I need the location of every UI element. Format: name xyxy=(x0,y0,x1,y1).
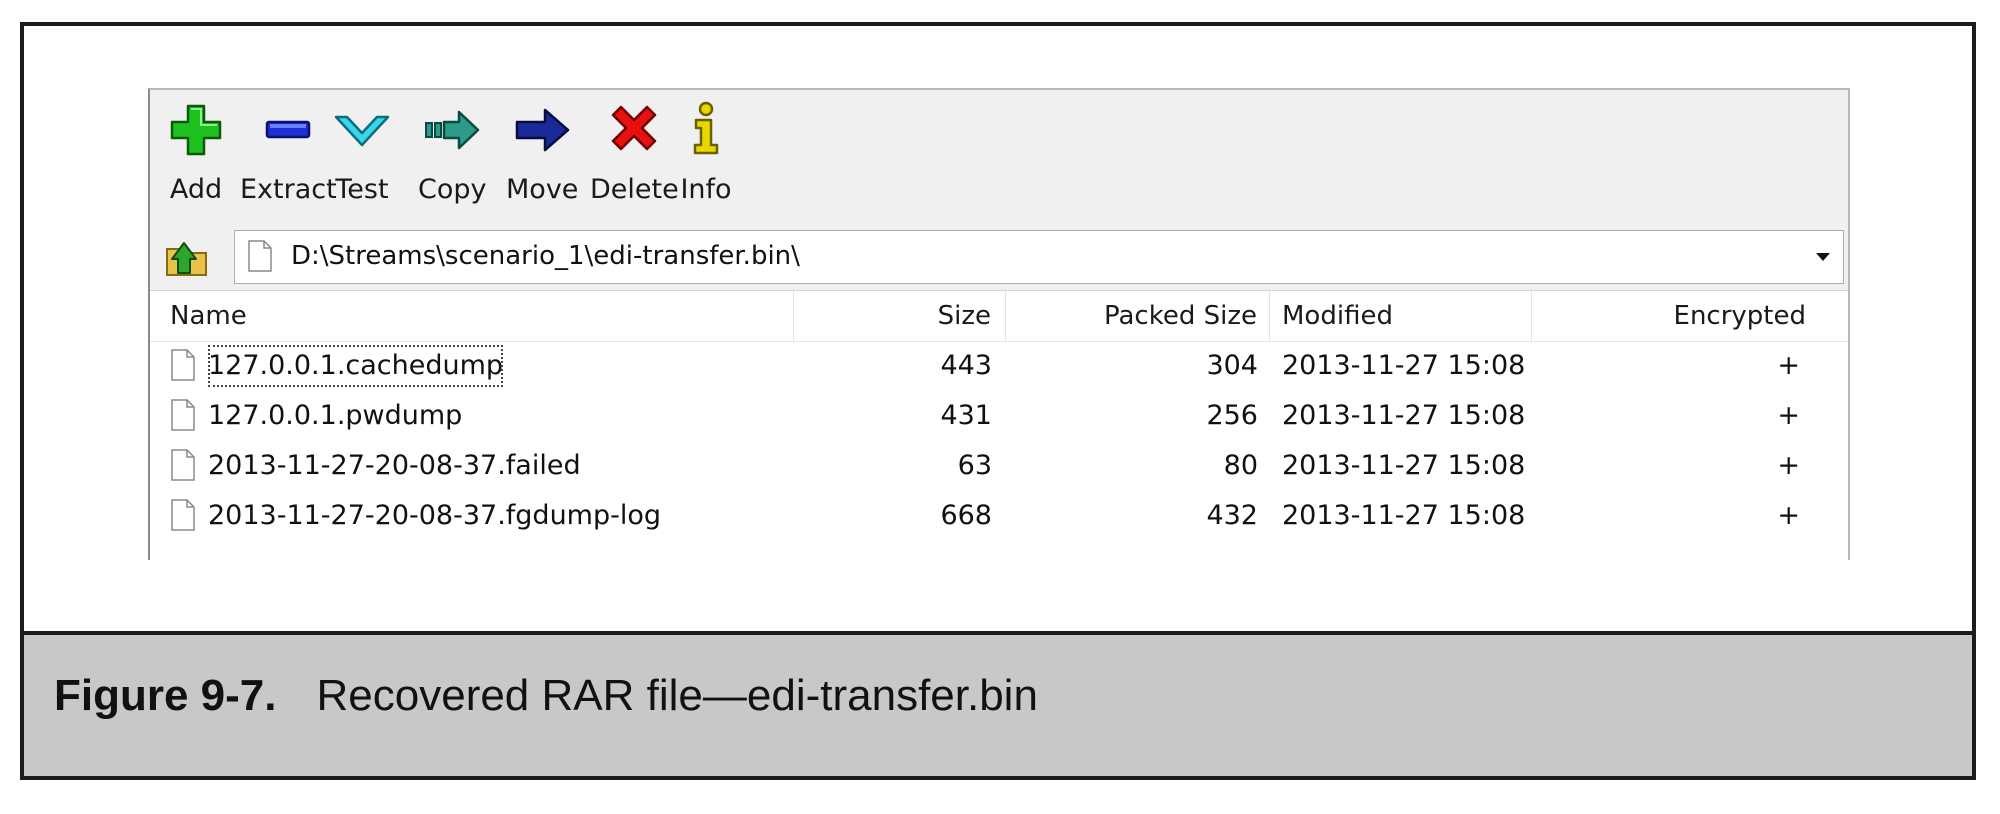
copy-button[interactable]: Copy xyxy=(418,98,487,218)
extract-label: Extract xyxy=(240,174,337,205)
packed-size-cell: 432 xyxy=(1206,500,1258,531)
extract-icon xyxy=(256,98,320,162)
path-field[interactable]: D:\Streams\scenario_1\edi-transfer.bin\ xyxy=(234,230,1844,284)
figure-body: Add Extract Test Copy Move Delete Info D… xyxy=(24,26,1972,635)
toolbar: Add Extract Test Copy Move Delete Info xyxy=(150,90,1848,224)
encrypted-cell: + xyxy=(1777,350,1800,381)
add-button[interactable]: Add xyxy=(164,98,228,218)
table-row[interactable]: 127.0.0.1.pwdump 431 256 2013-11-27 15:0… xyxy=(150,391,1848,441)
copy-label: Copy xyxy=(418,174,487,205)
column-header-name[interactable]: Name xyxy=(150,291,794,341)
packed-size-cell: 304 xyxy=(1206,350,1258,381)
info-label: Info xyxy=(680,174,732,205)
packed-size-cell: 80 xyxy=(1223,450,1258,481)
name-cell: 127.0.0.1.pwdump xyxy=(170,391,790,441)
address-bar: D:\Streams\scenario_1\edi-transfer.bin\ xyxy=(150,224,1848,290)
column-header-encrypted[interactable]: Encrypted xyxy=(1532,291,1826,341)
info-icon xyxy=(674,98,738,162)
caption-text: Recovered RAR file—edi-transfer.bin xyxy=(316,671,1038,720)
figure-caption: Figure 9-7. Recovered RAR file—edi-transf… xyxy=(54,671,1038,721)
file-name: 2013-11-27-20-08-37.failed xyxy=(208,450,581,481)
size-cell: 431 xyxy=(940,400,992,431)
list-header: Name Size Packed Size Modified Encrypted xyxy=(150,291,1848,342)
file-name: 127.0.0.1.cachedump xyxy=(204,341,507,391)
size-cell: 443 xyxy=(940,350,992,381)
file-name: 127.0.0.1.pwdump xyxy=(208,400,463,431)
table-row[interactable]: 2013-11-27-20-08-37.fgdump-log 668 432 2… xyxy=(150,491,1848,541)
modified-cell: 2013-11-27 15:08 xyxy=(1282,400,1526,431)
archive-window: Add Extract Test Copy Move Delete Info D… xyxy=(148,88,1850,560)
size-cell: 63 xyxy=(957,450,992,481)
extract-button[interactable]: Extract xyxy=(240,98,337,218)
delete-label: Delete xyxy=(590,174,679,205)
size-cell: 668 xyxy=(940,500,992,531)
column-header-size[interactable]: Size xyxy=(794,291,1006,341)
move-button[interactable]: Move xyxy=(506,98,578,218)
name-cell: 2013-11-27-20-08-37.fgdump-log xyxy=(170,491,790,541)
path-text: D:\Streams\scenario_1\edi-transfer.bin\ xyxy=(291,241,800,271)
table-row[interactable]: 2013-11-27-20-08-37.failed 63 80 2013-11… xyxy=(150,441,1848,491)
packed-size-cell: 256 xyxy=(1206,400,1258,431)
delete-button[interactable]: Delete xyxy=(590,98,679,218)
column-header-modified[interactable]: Modified xyxy=(1270,291,1532,341)
copy-icon xyxy=(420,98,484,162)
modified-cell: 2013-11-27 15:08 xyxy=(1282,450,1526,481)
move-icon xyxy=(510,98,574,162)
up-folder-icon xyxy=(166,242,207,276)
add-icon xyxy=(164,98,228,162)
test-icon xyxy=(330,98,394,162)
delete-icon xyxy=(602,98,666,162)
modified-cell: 2013-11-27 15:08 xyxy=(1282,350,1526,381)
file-icon xyxy=(170,498,196,549)
name-cell: 127.0.0.1.cachedump xyxy=(170,341,790,391)
modified-cell: 2013-11-27 15:08 xyxy=(1282,500,1526,531)
column-header-packed-size[interactable]: Packed Size xyxy=(1006,291,1270,341)
add-label: Add xyxy=(169,174,223,205)
test-label: Test xyxy=(335,174,389,205)
encrypted-cell: + xyxy=(1777,450,1800,481)
figure-number: Figure 9-7. xyxy=(54,671,277,720)
file-name: 2013-11-27-20-08-37.fgdump-log xyxy=(208,500,662,531)
encrypted-cell: + xyxy=(1777,500,1800,531)
up-folder-button[interactable] xyxy=(156,232,218,282)
move-label: Move xyxy=(506,174,579,205)
test-button[interactable]: Test xyxy=(330,98,394,218)
figure-frame: Add Extract Test Copy Move Delete Info D… xyxy=(20,22,1976,780)
encrypted-cell: + xyxy=(1777,400,1800,431)
table-row[interactable]: 127.0.0.1.cachedump 443 304 2013-11-27 1… xyxy=(150,341,1848,391)
file-list: Name Size Packed Size Modified Encrypted… xyxy=(150,290,1848,560)
caption-band: Figure 9-7. Recovered RAR file—edi-transf… xyxy=(24,635,1972,776)
chevron-down-icon[interactable] xyxy=(1811,245,1835,269)
name-cell: 2013-11-27-20-08-37.failed xyxy=(170,441,790,491)
info-button[interactable]: Info xyxy=(674,98,738,218)
file-icon xyxy=(247,239,273,278)
